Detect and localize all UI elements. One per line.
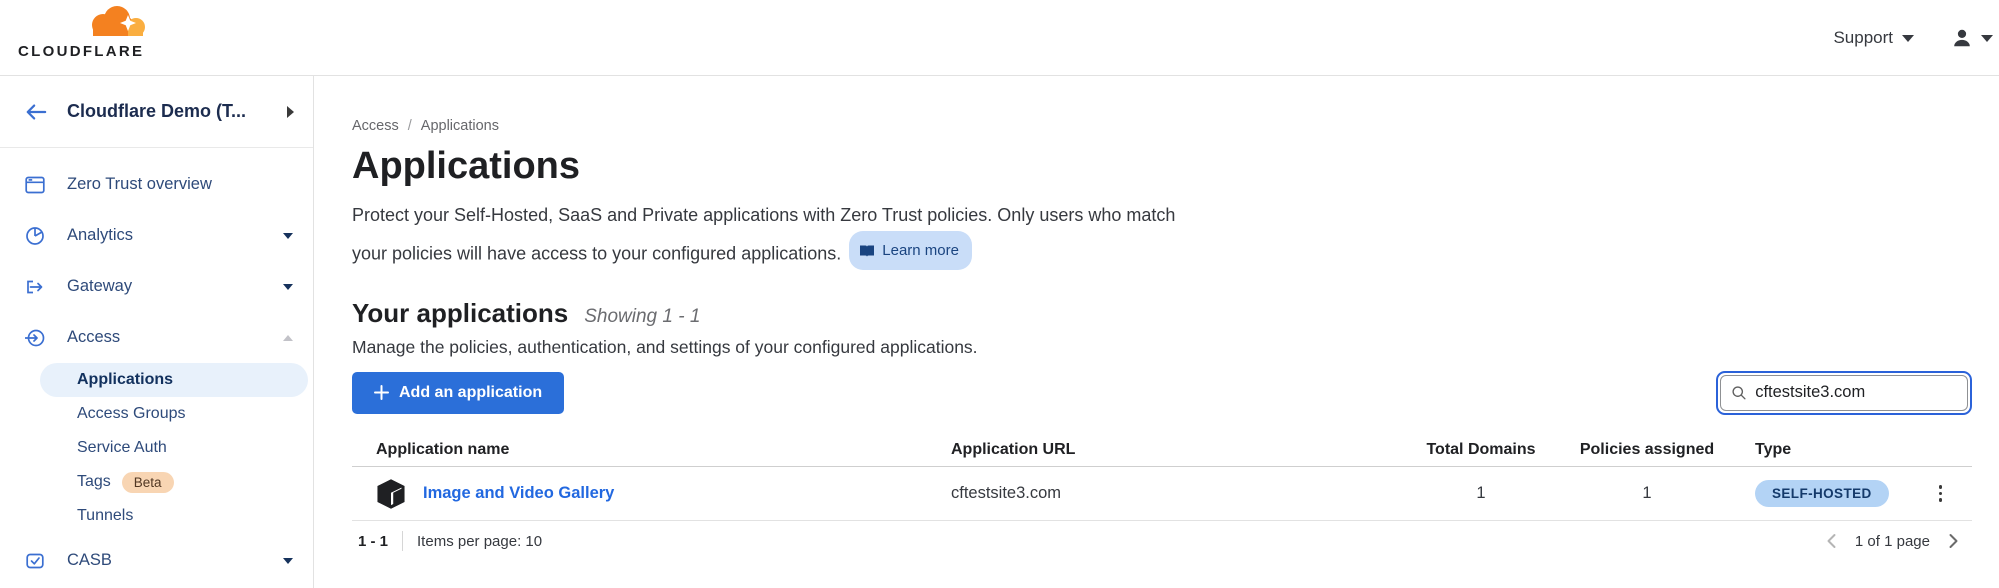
add-application-label: Add an application [399,384,542,402]
beta-badge: Beta [122,472,174,493]
sidebar-nav: Zero Trust overview Analytics Gateway [0,148,313,363]
page-description-text: Protect your Self-Hosted, SaaS and Priva… [352,205,1175,264]
col-header-application-name: Application name [352,441,951,459]
sidebar-item-gateway[interactable]: Gateway [0,261,313,312]
sidebar-item-analytics[interactable]: Analytics [0,210,313,261]
chevron-left-icon [1823,532,1841,550]
row-actions-menu[interactable] [1935,481,1947,506]
learn-more-label: Learn more [882,235,959,266]
col-header-type: Type [1715,441,1972,459]
section-title: Your applications [352,298,568,329]
pie-chart-icon [25,226,45,246]
next-page-button[interactable] [1944,532,1962,550]
breadcrumb-access[interactable]: Access [352,118,399,134]
sidebar-item-label: Tags [77,473,111,491]
main-content: Access / Applications Applications Prote… [352,76,1972,561]
sidebar: Cloudflare Demo (T... Zero Trust overvie… [0,76,314,588]
window-icon [25,175,45,195]
sidebar-item-service-auth[interactable]: Service Auth [40,431,308,465]
chevron-up-icon [283,335,293,341]
policies-assigned-value: 1 [1579,484,1715,503]
col-header-total-domains: Total Domains [1426,441,1536,459]
chevron-down-icon [283,284,293,290]
back-arrow-icon[interactable] [25,103,47,121]
sidebar-item-zero-trust-overview[interactable]: Zero Trust overview [0,159,313,210]
sidebar-item-label: Gateway [67,277,132,296]
cloudflare-wordmark: CLOUDFLARE [18,43,154,60]
gateway-icon [25,277,45,297]
chevron-down-icon [283,558,293,564]
page-description: Protect your Self-Hosted, SaaS and Priva… [352,200,1180,270]
access-subnav: Applications Access Groups Service Auth … [0,363,313,533]
chevron-right-icon [1944,532,1962,550]
search-icon [1731,384,1746,401]
application-url: cftestsite3.com [951,484,1426,503]
app-cube-icon [376,478,406,510]
cloudflare-logo: CLOUDFLARE [18,5,154,60]
showing-count: Showing 1 - 1 [584,306,700,328]
sidebar-nav-lower: CASB [0,533,313,586]
support-menu[interactable]: Support [1833,28,1914,48]
sidebar-item-tunnels[interactable]: Tunnels [40,499,308,533]
section-subtitle: Manage the policies, authentication, and… [352,334,1972,360]
learn-more-badge[interactable]: Learn more [849,231,972,270]
applications-table: Application name Application URL Total D… [352,433,1972,521]
pagination: 1 - 1 Items per page: 10 1 of 1 page [352,521,1972,561]
breadcrumb-separator: / [408,118,412,134]
sidebar-item-label: Tunnels [77,507,133,525]
sidebar-item-label: Analytics [67,226,133,245]
sidebar-item-tags[interactable]: Tags Beta [40,465,308,499]
toolbar: Add an application [352,370,1972,415]
col-header-policies-assigned: Policies assigned [1579,441,1715,459]
application-name-link[interactable]: Image and Video Gallery [423,484,614,503]
page-title: Applications [352,142,1972,190]
login-icon [25,328,45,348]
sidebar-item-applications[interactable]: Applications [40,363,308,397]
book-icon [859,244,875,258]
items-per-page[interactable]: Items per page: 10 [403,533,542,550]
casb-icon [25,551,45,571]
search-input[interactable] [1755,383,1957,402]
type-badge: SELF-HOSTED [1755,480,1889,507]
chevron-right-icon [287,106,294,118]
account-name: Cloudflare Demo (T... [67,101,246,122]
sidebar-item-label: Access Groups [77,405,185,423]
sidebar-item-label: Service Auth [77,439,167,457]
account-switcher[interactable]: Cloudflare Demo (T... [0,76,313,148]
chevron-down-icon [1981,35,1993,42]
chevron-down-icon [1902,35,1914,42]
sidebar-item-access-groups[interactable]: Access Groups [40,397,308,431]
page-indicator: 1 of 1 page [1855,533,1930,550]
chevron-down-icon [283,233,293,239]
sidebar-item-label: Zero Trust overview [67,175,212,194]
breadcrumb: Access / Applications [352,118,1972,134]
table-row: Image and Video Gallery cftestsite3.com … [352,467,1972,521]
breadcrumb-applications: Applications [421,118,499,134]
pagination-range: 1 - 1 [352,533,402,550]
cloudflare-cloud-icon [84,5,148,39]
account-menu[interactable] [1951,27,1993,49]
total-domains-value: 1 [1426,484,1536,503]
col-header-application-url: Application URL [951,441,1426,459]
support-label: Support [1833,28,1893,48]
table-header-row: Application name Application URL Total D… [352,433,1972,467]
sidebar-item-label: CASB [67,551,112,570]
add-application-button[interactable]: Add an application [352,372,564,414]
sidebar-item-casb[interactable]: CASB [0,535,313,586]
previous-page-button[interactable] [1823,532,1841,550]
user-icon [1951,27,1973,49]
sidebar-item-access[interactable]: Access [0,312,313,363]
top-header: CLOUDFLARE Support [0,0,1999,76]
plus-icon [374,385,389,400]
sidebar-item-label: Applications [77,371,173,389]
search-box [1716,371,1972,415]
sidebar-item-label: Access [67,328,120,347]
